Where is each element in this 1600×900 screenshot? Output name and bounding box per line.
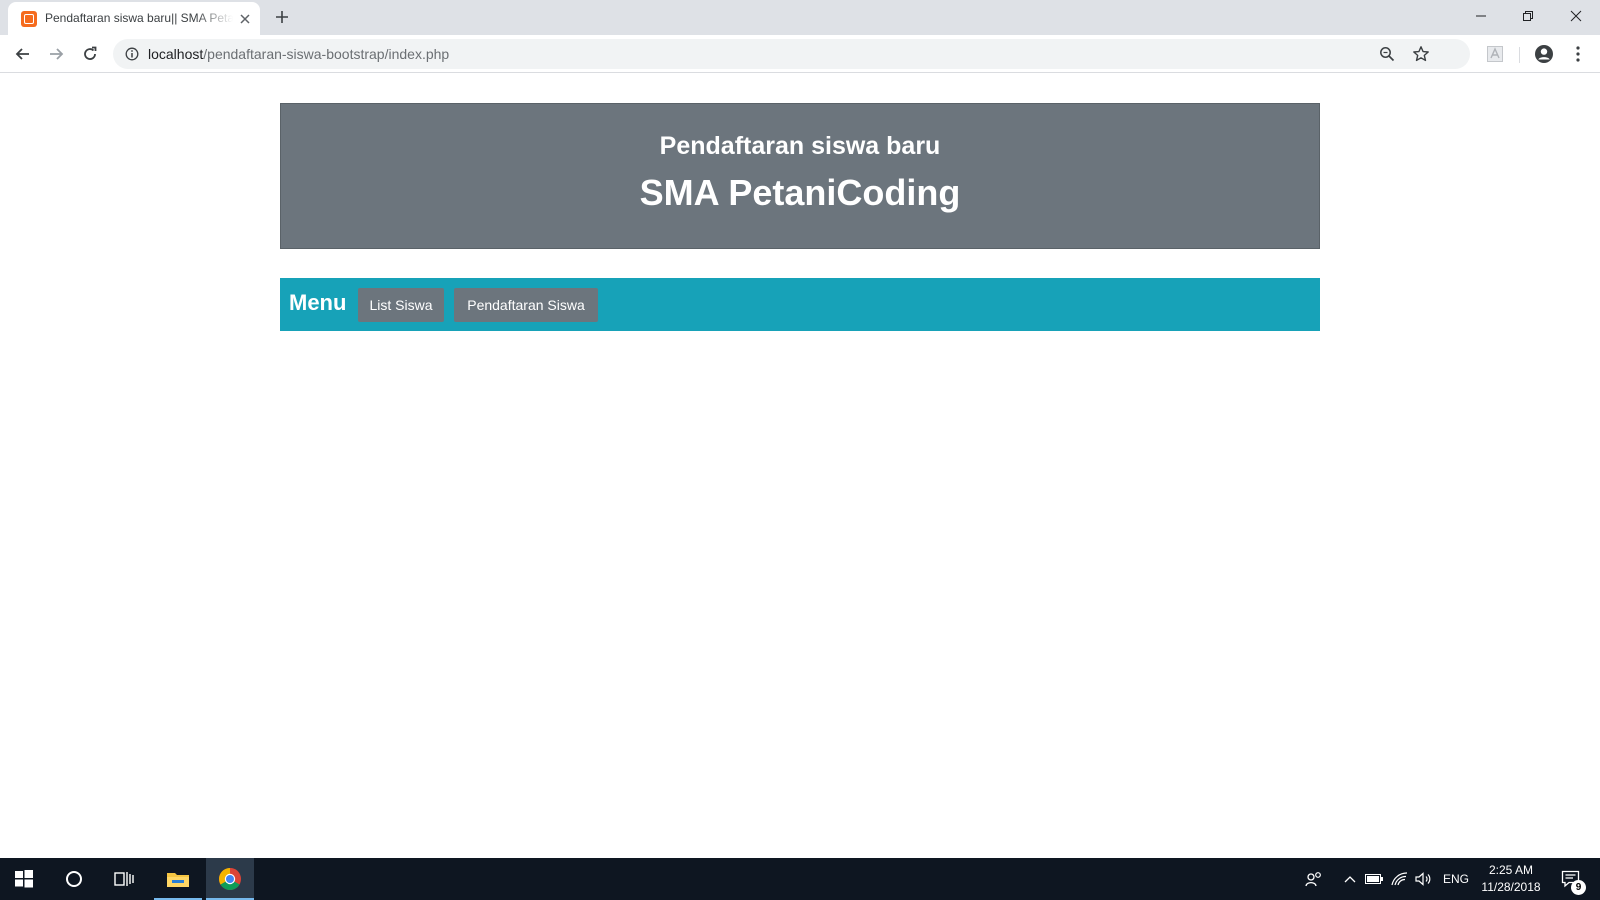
info-icon[interactable] bbox=[124, 46, 140, 62]
browser-tab[interactable]: Pendaftaran siswa baru|| SMA PetaniCodin… bbox=[8, 2, 260, 35]
windows-start-icon[interactable] bbox=[0, 858, 48, 900]
plus-icon[interactable] bbox=[270, 5, 294, 29]
volume-icon[interactable] bbox=[1412, 858, 1436, 900]
system-clock[interactable]: 2:25 AM 11/28/2018 bbox=[1474, 862, 1548, 896]
pendaftaran-siswa-button[interactable]: Pendaftaran Siswa bbox=[454, 288, 598, 322]
people-icon[interactable] bbox=[1302, 858, 1326, 900]
toolbar-divider bbox=[1519, 47, 1520, 63]
restore-icon[interactable] bbox=[1505, 0, 1551, 32]
kebab-menu-icon[interactable] bbox=[1566, 42, 1590, 66]
url-host: localhost bbox=[148, 46, 204, 62]
task-view-icon[interactable] bbox=[100, 858, 148, 900]
clock-date: 11/28/2018 bbox=[1481, 880, 1541, 894]
url-path: /pendaftaran-siswa-bootstrap/index.php bbox=[203, 46, 450, 62]
language-indicator[interactable]: ENG bbox=[1440, 858, 1472, 900]
minimize-icon[interactable] bbox=[1458, 0, 1504, 32]
notification-icon[interactable]: 9 bbox=[1554, 858, 1588, 900]
windows-taskbar: ENG 2:25 AM 11/28/2018 9 bbox=[0, 858, 1600, 900]
address-bar[interactable]: localhost/pendaftaran-siswa-bootstrap/in… bbox=[113, 39, 1470, 69]
back-arrow-icon[interactable] bbox=[11, 42, 35, 66]
pdf-extension-icon[interactable] bbox=[1483, 42, 1507, 66]
tab-close-icon[interactable] bbox=[236, 10, 254, 28]
clock-time: 2:25 AM bbox=[1488, 863, 1534, 877]
notification-count-badge: 9 bbox=[1571, 880, 1586, 895]
screen: Pendaftaran siswa baru|| SMA PetaniCodin… bbox=[0, 0, 1600, 900]
chevron-up-icon[interactable] bbox=[1338, 858, 1362, 900]
battery-icon[interactable] bbox=[1362, 858, 1386, 900]
window-close-icon[interactable] bbox=[1553, 0, 1599, 32]
menu-label: Menu bbox=[289, 290, 347, 315]
profile-icon[interactable] bbox=[1532, 42, 1556, 66]
list-siswa-button[interactable]: List Siswa bbox=[358, 288, 444, 322]
reload-icon[interactable] bbox=[78, 42, 102, 66]
chrome-icon[interactable] bbox=[206, 858, 254, 900]
cortana-circle-icon[interactable] bbox=[50, 858, 98, 900]
forward-arrow-icon[interactable] bbox=[44, 42, 68, 66]
xampp-icon bbox=[21, 11, 37, 27]
file-explorer-icon[interactable] bbox=[154, 858, 202, 900]
menu-bar: Menu List Siswa Pendaftaran Siswa bbox=[280, 278, 1320, 331]
header-subtitle: Pendaftaran siswa baru bbox=[659, 132, 941, 160]
browser-toolbar: localhost/pendaftaran-siswa-bootstrap/in… bbox=[0, 35, 1600, 73]
page-title: SMA PetaniCoding bbox=[639, 172, 961, 213]
page-header: Pendaftaran siswa baru SMA PetaniCoding bbox=[280, 103, 1320, 249]
address-url[interactable]: localhost/pendaftaran-siswa-bootstrap/in… bbox=[148, 46, 449, 62]
zoom-icon[interactable] bbox=[1377, 44, 1397, 64]
wifi-icon[interactable] bbox=[1388, 858, 1412, 900]
tab-strip: Pendaftaran siswa baru|| SMA PetaniCodin… bbox=[0, 0, 1600, 35]
tab-title: Pendaftaran siswa baru|| SMA PetaniCodin… bbox=[45, 11, 233, 25]
star-icon[interactable] bbox=[1411, 44, 1431, 64]
